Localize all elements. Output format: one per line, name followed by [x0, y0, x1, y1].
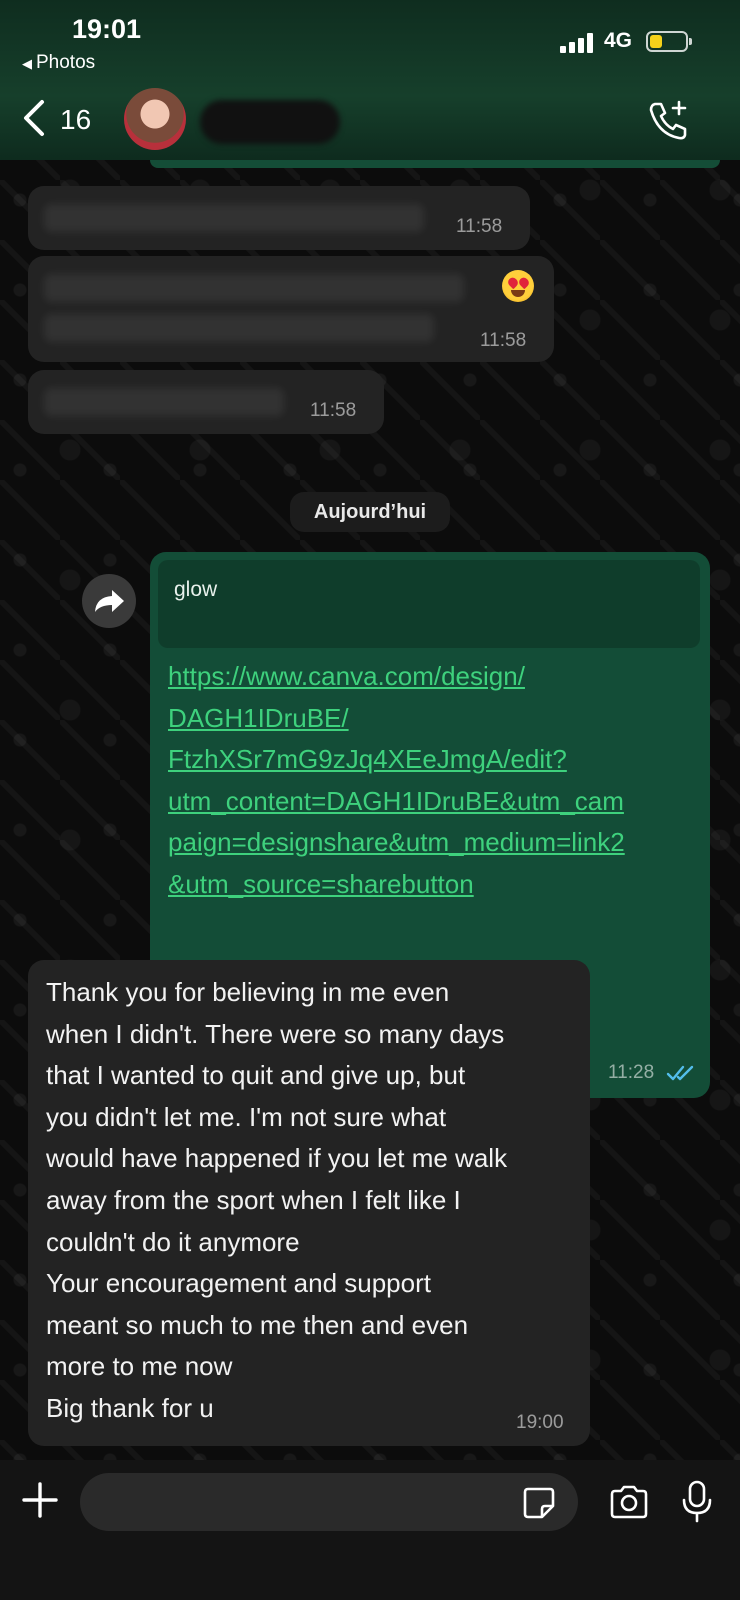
message-composer — [0, 1460, 740, 1600]
read-receipt-icon — [666, 1065, 694, 1081]
link-line: https://www.canva.com/design/ — [168, 661, 525, 691]
back-to-app-link[interactable]: ◀ Photos — [22, 52, 95, 74]
contact-avatar[interactable] — [124, 88, 186, 150]
message-time: 19:00 — [516, 1412, 564, 1433]
message-time: 11:58 — [480, 330, 527, 351]
status-time: 19:01 — [72, 14, 142, 44]
message-link[interactable]: https://www.canva.com/design/ DAGH1IDruB… — [168, 656, 698, 905]
previous-outgoing-bubble[interactable] — [150, 160, 720, 168]
contact-name-redacted[interactable] — [200, 100, 340, 144]
back-chevron-icon[interactable] — [20, 98, 50, 138]
link-line: paign=designshare&utm_medium=link2 — [168, 827, 625, 857]
redacted-text — [44, 314, 434, 342]
back-triangle-icon: ◀ — [22, 56, 32, 71]
network-label: 4G — [604, 29, 633, 52]
chat-header: 19:01 ◀ Photos 4G 16 — [0, 0, 740, 160]
link-preview-card[interactable]: glow — [158, 560, 700, 648]
sticker-icon[interactable] — [522, 1486, 556, 1520]
link-line: FtzhXSr7mG9zJq4XEeJmgA/edit? — [168, 744, 567, 774]
plus-icon[interactable] — [20, 1480, 60, 1520]
camera-icon[interactable] — [608, 1484, 650, 1520]
signal-icon — [560, 31, 596, 53]
message-bubble-incoming[interactable]: 11:58 — [28, 370, 384, 434]
date-separator: Aujourd’hui — [290, 492, 450, 532]
video-call-icon[interactable] — [646, 98, 690, 142]
message-bubble-incoming[interactable]: 11:58 — [28, 256, 554, 362]
mic-icon[interactable] — [680, 1480, 714, 1524]
back-app-label: Photos — [36, 52, 96, 73]
link-line: utm_content=DAGH1IDruBE&utm_cam — [168, 785, 624, 816]
redacted-text — [44, 388, 284, 416]
forward-button[interactable] — [82, 574, 136, 628]
link-line: &utm_source=sharebutton — [168, 868, 474, 899]
forward-icon — [95, 590, 124, 612]
message-input[interactable] — [80, 1473, 578, 1531]
heart-eyes-emoji-icon — [502, 270, 534, 302]
home-indicator — [250, 1584, 490, 1590]
message-bubble-incoming[interactable]: Thank you for believing in me even when … — [28, 960, 590, 1446]
message-text: Thank you for believing in me even when … — [46, 977, 508, 1423]
message-time: 11:58 — [456, 216, 503, 237]
unread-count[interactable]: 16 — [60, 104, 91, 136]
message-bubble-incoming[interactable]: 11:58 — [28, 186, 530, 250]
redacted-text — [44, 274, 464, 302]
link-line: DAGH1IDruBE/ — [168, 702, 349, 733]
message-time: 11:28 — [608, 1062, 655, 1083]
link-preview-title: glow — [174, 578, 218, 601]
message-list[interactable]: 11:58 11:58 11:58 Aujourd’hui glow https… — [0, 160, 740, 1460]
battery-icon — [646, 31, 692, 52]
message-time: 11:58 — [310, 400, 357, 421]
redacted-text — [44, 204, 424, 232]
